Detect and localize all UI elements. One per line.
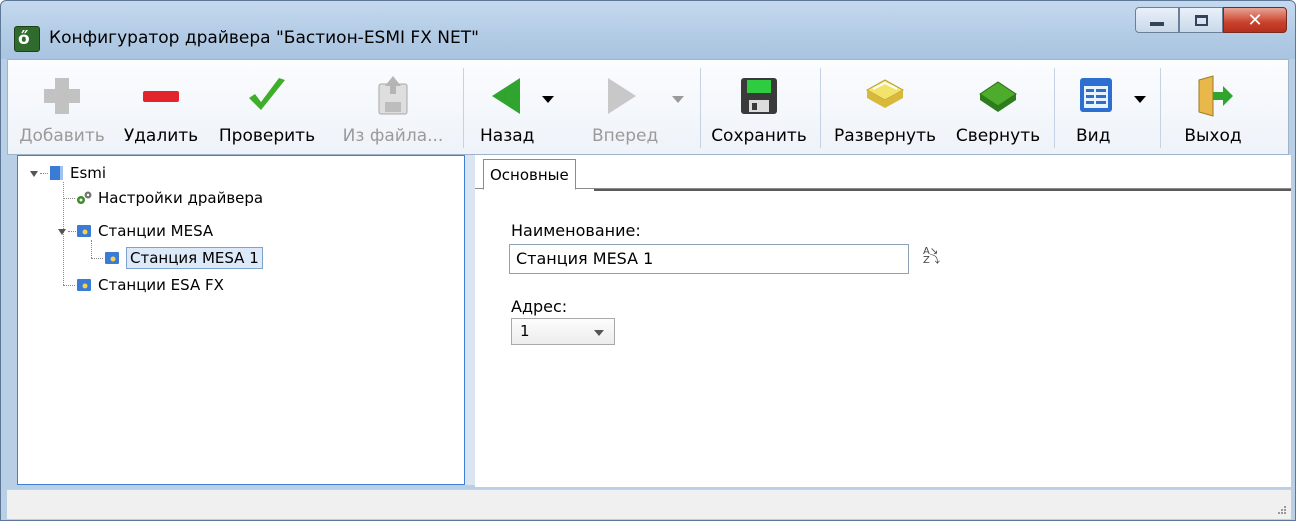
tree-item-label: Станции ESA FX: [98, 276, 224, 294]
plus-icon: [44, 78, 80, 114]
app-icon[interactable]: ő: [14, 26, 40, 52]
check-button-label: Проверить: [218, 126, 316, 146]
address-select-value: 1: [520, 322, 530, 340]
close-button[interactable]: ✕: [1223, 7, 1287, 33]
sort-az-icon[interactable]: A↘ Z⤵: [923, 247, 941, 266]
tree-item-label: Станции MESA: [98, 222, 214, 240]
back-dropdown-icon[interactable]: [542, 96, 554, 103]
title-bar[interactable]: ő Конфигуратор драйвера "Бастион-ESMI FX…: [1, 1, 1295, 59]
name-label: Наименование:: [511, 221, 641, 240]
floppy-disk-icon: [741, 78, 777, 114]
driver-icon: [50, 166, 63, 180]
toolbar-separator: [1160, 68, 1161, 148]
toolbar-separator: [700, 68, 701, 148]
tree-connector: [63, 198, 75, 199]
tree-connector: [91, 258, 103, 259]
station-folder-icon: [77, 225, 91, 237]
check-button[interactable]: Проверить: [208, 62, 326, 152]
forward-button[interactable]: Вперед: [574, 62, 690, 152]
exit-door-icon: [1198, 75, 1233, 117]
tab-divider: [594, 189, 1291, 191]
tree-view[interactable]: Esmi Настройки драйвера Станции MESA Ста…: [17, 155, 465, 485]
toolbar-separator: [820, 68, 821, 148]
tree-item-label: Настройки драйвера: [98, 189, 264, 207]
forward-arrow-icon: [608, 78, 637, 114]
delete-button-label: Удалить: [123, 126, 199, 146]
minimize-button[interactable]: [1135, 7, 1179, 33]
tab-label: Основные: [490, 165, 569, 184]
back-arrow-icon: [492, 78, 520, 114]
toolbar-separator: [1054, 68, 1055, 148]
back-button[interactable]: Назад: [470, 62, 570, 152]
exit-button[interactable]: Выход: [1168, 62, 1258, 152]
add-button[interactable]: Добавить: [12, 62, 112, 152]
station-folder-icon: [77, 279, 91, 291]
minus-icon: [143, 91, 179, 102]
toolbar-separator: [463, 68, 464, 148]
save-button[interactable]: Сохранить: [704, 62, 814, 152]
view-button-label: Вид: [1076, 126, 1111, 146]
address-select[interactable]: 1: [511, 318, 615, 345]
view-button[interactable]: Вид: [1058, 62, 1154, 152]
view-dropdown-icon[interactable]: [1134, 96, 1146, 103]
tree-connector: [91, 240, 92, 258]
tab-strip: Основные: [475, 155, 1291, 190]
status-bar: [7, 489, 1291, 519]
window-title: Конфигуратор драйвера "Бастион-ESMI FX N…: [49, 28, 479, 48]
tree-connector: [40, 173, 48, 174]
maximize-button[interactable]: [1179, 7, 1223, 33]
address-label: Адрес:: [511, 297, 568, 316]
station-icon: [105, 252, 119, 264]
minimize-icon: [1150, 22, 1164, 26]
tree-item-stations-esa-fx[interactable]: Станции ESA FX: [76, 273, 224, 297]
checkmark-icon: [249, 78, 285, 110]
app-window: ő Конфигуратор драйвера "Бастион-ESMI FX…: [0, 0, 1296, 521]
tree-item-station-mesa-1[interactable]: Станция MESA 1: [104, 246, 263, 270]
exit-button-label: Выход: [1184, 126, 1242, 146]
save-button-label: Сохранить: [711, 126, 807, 146]
properties-panel: Основные Наименование: Станция MESA 1 A↘…: [475, 155, 1291, 487]
tree-item-esmi[interactable]: Esmi: [48, 161, 106, 185]
close-icon: ✕: [1247, 9, 1263, 30]
tree-item-driver-settings[interactable]: Настройки драйвера: [76, 186, 263, 210]
gears-icon: [77, 191, 92, 204]
maximize-icon: [1194, 14, 1208, 26]
window-controls: ✕: [1135, 7, 1287, 33]
tree-connector: [68, 231, 76, 232]
name-field-value: Станция MESA 1: [516, 249, 654, 268]
name-field[interactable]: Станция MESA 1: [509, 244, 909, 274]
tree-item-label: Esmi: [70, 164, 107, 182]
view-layout-icon: [1080, 78, 1113, 112]
add-button-label: Добавить: [19, 126, 105, 146]
expand-button[interactable]: Развернуть: [826, 62, 944, 152]
resize-grip-icon[interactable]: [1275, 503, 1287, 515]
collapse-button[interactable]: Свернуть: [946, 62, 1050, 152]
collapse-root-icon[interactable]: [30, 171, 38, 177]
open-book-icon: [865, 79, 905, 108]
expand-button-label: Развернуть: [833, 126, 937, 146]
tree-connector: [63, 285, 75, 286]
back-button-label: Назад: [480, 126, 535, 146]
from-file-button-label: Из файла...: [342, 126, 444, 146]
closed-book-icon: [979, 81, 1017, 112]
chevron-down-icon: [594, 330, 604, 336]
tab-general[interactable]: Основные: [483, 159, 576, 190]
forward-button-label: Вперед: [592, 126, 659, 146]
panel-splitter[interactable]: [465, 155, 475, 485]
forward-dropdown-icon[interactable]: [672, 96, 684, 103]
tree-item-label: Станция MESA 1: [126, 247, 263, 269]
collapse-stations-mesa-icon[interactable]: [58, 229, 66, 235]
from-file-button[interactable]: Из файла...: [328, 62, 458, 152]
delete-button[interactable]: Удалить: [116, 62, 206, 152]
collapse-button-label: Свернуть: [955, 126, 1041, 146]
import-file-icon: [378, 76, 408, 115]
toolbar: Добавить Удалить Проверить Из файла... Н…: [7, 59, 1289, 155]
tree-item-stations-mesa[interactable]: Станции MESA: [76, 219, 213, 243]
